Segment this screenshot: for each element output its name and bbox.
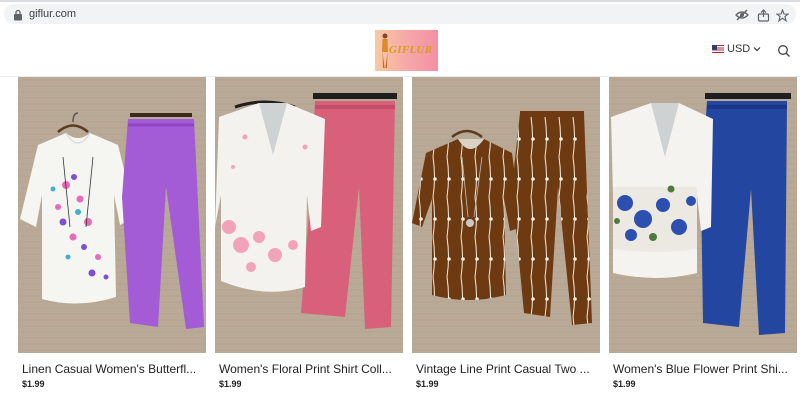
star-icon[interactable]	[774, 7, 790, 23]
currency-selector[interactable]: USD	[712, 43, 761, 55]
logo-text: GIFLUR	[389, 44, 433, 56]
product-card[interactable]: Linen Casual Women's Butterfl... $1.99	[18, 77, 206, 401]
product-title[interactable]: Vintage Line Print Casual Two ...	[416, 362, 600, 376]
product-image[interactable]	[215, 77, 403, 353]
currency-label: USD	[727, 43, 751, 55]
omnibox[interactable]	[4, 4, 796, 24]
eye-off-icon[interactable]	[734, 7, 750, 23]
product-price: $1.99	[613, 379, 636, 389]
product-image[interactable]	[609, 77, 797, 353]
product-price: $1.99	[22, 379, 45, 389]
lock-icon[interactable]	[13, 9, 23, 21]
product-card[interactable]: Women's Floral Print Shirt Coll... $1.99	[215, 77, 403, 401]
chevron-down-icon	[753, 47, 761, 52]
product-image[interactable]	[18, 77, 206, 353]
store-header: GIFLUR USD	[0, 27, 800, 77]
search-icon[interactable]	[777, 44, 791, 58]
product-title[interactable]: Women's Floral Print Shirt Coll...	[219, 362, 403, 376]
product-title[interactable]: Women's Blue Flower Print Shi...	[613, 362, 797, 376]
flag-us-icon	[712, 45, 724, 53]
product-card[interactable]: Women's Blue Flower Print Shi... $1.99	[609, 77, 797, 401]
browser-address-bar: giflur.com	[0, 2, 800, 26]
product-price: $1.99	[416, 379, 439, 389]
url-text[interactable]: giflur.com	[29, 8, 76, 20]
product-image[interactable]	[412, 77, 600, 353]
product-grid: Linen Casual Women's Butterfl... $1.99 W…	[18, 77, 800, 401]
product-card[interactable]: Vintage Line Print Casual Two ... $1.99	[412, 77, 600, 401]
store-logo[interactable]: GIFLUR	[375, 30, 438, 71]
product-title[interactable]: Linen Casual Women's Butterfl...	[22, 362, 206, 376]
product-price: $1.99	[219, 379, 242, 389]
share-icon[interactable]	[755, 7, 771, 23]
